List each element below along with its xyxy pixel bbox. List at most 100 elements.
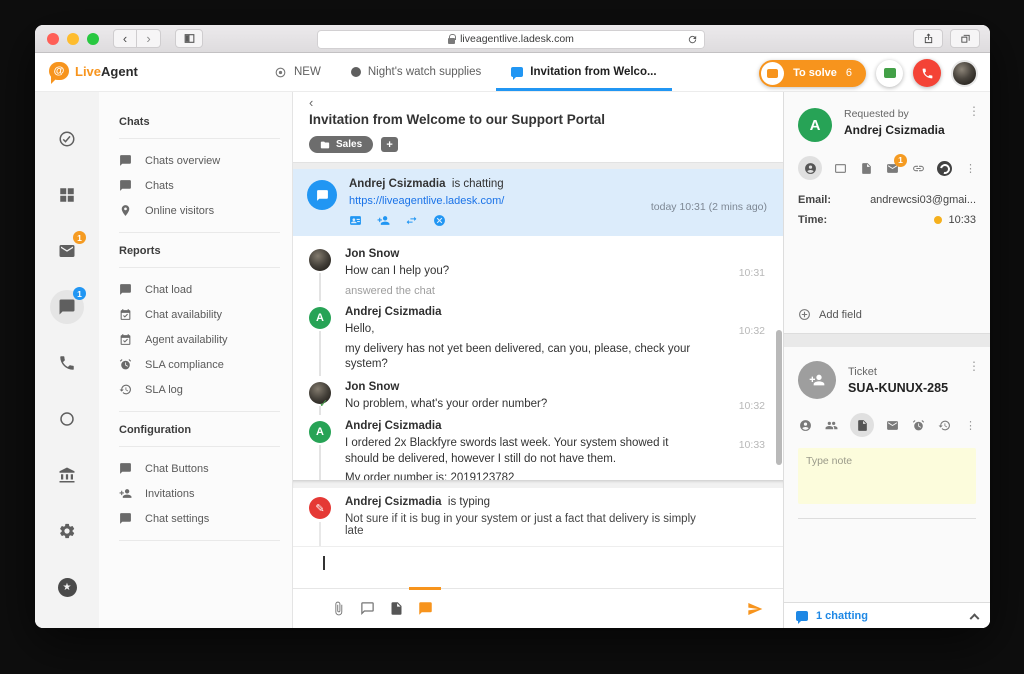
assign-contact-icon[interactable] xyxy=(349,214,362,227)
send-button[interactable] xyxy=(747,601,763,617)
field-value: andrewcsi03@gmai... xyxy=(870,194,976,206)
rail-item-tickets-solved[interactable] xyxy=(50,122,84,156)
department-tag[interactable]: Sales xyxy=(309,136,374,153)
field-value: 10:33 xyxy=(948,214,976,226)
chat-message: Jon Snow 10:31 How can I help you? answer… xyxy=(309,243,783,302)
tab-new[interactable]: NEW xyxy=(259,53,336,91)
ticket-id: SUA-KUNUX-285 xyxy=(848,380,949,395)
transfer-chat-icon[interactable] xyxy=(405,214,418,227)
message-avatar: A xyxy=(309,421,331,444)
folder-icon xyxy=(320,140,330,150)
browser-chrome: ‹ › liveagentlive.ladesk.com xyxy=(35,25,990,53)
more-icons-menu[interactable]: ⋮ xyxy=(963,162,978,175)
forward-button[interactable]: › xyxy=(137,29,161,48)
close-window-button[interactable] xyxy=(47,32,59,45)
refresh-icon[interactable] xyxy=(687,33,698,45)
message-text-line: my delivery has not yet been delivered, … xyxy=(345,342,691,371)
browser-logo-icon[interactable] xyxy=(937,160,952,176)
tabs-overview-button[interactable] xyxy=(950,29,980,48)
lock-icon xyxy=(448,33,457,44)
contact-notes-icon[interactable] xyxy=(859,162,874,175)
menu-item-invitations[interactable]: Invitations xyxy=(99,481,292,506)
message-scrollbar[interactable] xyxy=(776,330,782,465)
chat-message: A Andrej Csizmadia 10:32 Hello, my delive… xyxy=(309,301,783,376)
sidebar-toggle-button[interactable] xyxy=(175,29,203,48)
requester-menu-icon[interactable]: ⋮ xyxy=(968,104,980,118)
to-solve-button[interactable]: To solve 6 xyxy=(759,59,866,87)
ticket-participants-icon[interactable] xyxy=(824,419,839,432)
menu-item-sla-log[interactable]: SLA log xyxy=(99,377,292,402)
chat-message: A Andrej Csizmadia 10:33 I ordered 2x Bl… xyxy=(309,415,783,480)
address-bar[interactable]: liveagentlive.ladesk.com xyxy=(317,29,705,49)
menu-item-label: Chats xyxy=(145,179,174,192)
rail-item-online[interactable] xyxy=(50,402,84,436)
rail-item-rewards[interactable]: ★ xyxy=(50,570,84,604)
invite-agent-icon[interactable] xyxy=(377,214,390,227)
note-mode-icon[interactable] xyxy=(389,601,404,616)
attachment-icon[interactable] xyxy=(331,601,346,616)
add-tag-button[interactable]: + xyxy=(381,137,399,152)
ticket-note-input[interactable] xyxy=(798,448,976,504)
back-button[interactable]: ‹ xyxy=(113,29,137,48)
contact-fields: Email: andrewcsi03@gmai... Time: 10:33 xyxy=(784,180,990,234)
chat-status-button[interactable] xyxy=(876,59,903,87)
minimize-window-button[interactable] xyxy=(67,32,79,45)
liveagent-logo: @ LiveAgent xyxy=(49,62,138,84)
icon-rail: 1 1 ★ xyxy=(35,92,99,628)
rail-item-calls[interactable] xyxy=(50,346,84,380)
ticket-label: Ticket xyxy=(848,365,877,378)
ticket-menu-icon[interactable]: ⋮ xyxy=(968,359,980,373)
agent-avatar[interactable] xyxy=(951,59,978,87)
chat-mode-icon[interactable] xyxy=(418,601,433,616)
ticket-history-icon[interactable] xyxy=(937,419,952,432)
menu-item-chats-overview[interactable]: Chats overview xyxy=(99,148,292,173)
reply-input[interactable] xyxy=(293,546,783,588)
ticket-header: ‹ Invitation from Welcome to our Support… xyxy=(293,92,783,162)
ticket-more-menu[interactable]: ⋮ xyxy=(963,419,978,432)
message-text-line: How can I help you? xyxy=(345,265,450,277)
bank-icon xyxy=(58,466,76,484)
share-button[interactable] xyxy=(913,29,943,48)
star-circle-icon: ★ xyxy=(57,577,77,597)
stop-chat-icon[interactable] xyxy=(433,214,446,227)
rail-item-chats[interactable]: 1 xyxy=(50,287,86,324)
browser-info-icon[interactable] xyxy=(833,162,848,175)
back-chevron-icon[interactable]: ‹ xyxy=(309,96,769,109)
menu-item-label: Chats overview xyxy=(145,154,221,167)
chatting-footer[interactable]: 1 chatting xyxy=(784,602,990,628)
menu-item-chat-buttons[interactable]: Chat Buttons xyxy=(99,456,292,481)
menu-item-chat-availability[interactable]: Chat availability xyxy=(99,302,292,327)
menu-item-agent-availability[interactable]: Agent availability xyxy=(99,327,292,352)
logo-agent: Agent xyxy=(101,63,138,79)
rail-item-settings[interactable] xyxy=(50,514,84,548)
requested-by-card: A Requested by Andrej Csizmadia ⋮ 1 ⋮ Em… xyxy=(784,92,990,334)
menu-item-chats[interactable]: Chats xyxy=(99,173,292,198)
menu-item-chat-load[interactable]: Chat load xyxy=(99,277,292,302)
rail-item-dashboard[interactable] xyxy=(50,178,84,212)
zoom-window-button[interactable] xyxy=(87,32,99,45)
contact-tickets-icon[interactable]: 1 xyxy=(885,153,907,175)
chat-main: ‹ Invitation from Welcome to our Support… xyxy=(293,92,784,628)
ticket-notes-icon[interactable] xyxy=(850,413,874,437)
tab-invitation-from-welcome[interactable]: Invitation from Welco... xyxy=(496,53,672,91)
related-links-icon[interactable] xyxy=(911,162,926,175)
reply-mode-icon[interactable] xyxy=(360,601,375,616)
menu-item-sla-compliance[interactable]: SLA compliance xyxy=(99,352,292,377)
add-field-button[interactable]: Add field xyxy=(784,298,990,333)
phone-button[interactable] xyxy=(913,59,941,87)
visitor-name: Andrej Csizmadia xyxy=(349,178,446,190)
tab-nights-watch-supplies[interactable]: Night's watch supplies xyxy=(336,53,496,91)
menu-section-title: Chats xyxy=(119,116,150,128)
menu-item-chat-settings[interactable]: Chat settings xyxy=(99,506,292,531)
rail-item-mail[interactable]: 1 xyxy=(50,231,86,268)
menu-item-online-visitors[interactable]: Online visitors xyxy=(99,198,292,223)
check-circle-icon xyxy=(58,130,76,148)
message-list: Jon Snow 10:31 How can I help you? answer… xyxy=(293,236,783,480)
rail-item-knowledge-base[interactable] xyxy=(50,458,84,492)
ticket-tabs: NEW Night's watch supplies Invitation fr… xyxy=(259,53,672,91)
contact-details-icon[interactable] xyxy=(798,156,822,180)
ticket-owner-icon[interactable] xyxy=(798,419,813,432)
ticket-mail-icon[interactable] xyxy=(885,419,900,432)
collapse-chevron-icon[interactable] xyxy=(969,613,980,624)
ticket-sla-icon[interactable] xyxy=(911,419,926,432)
